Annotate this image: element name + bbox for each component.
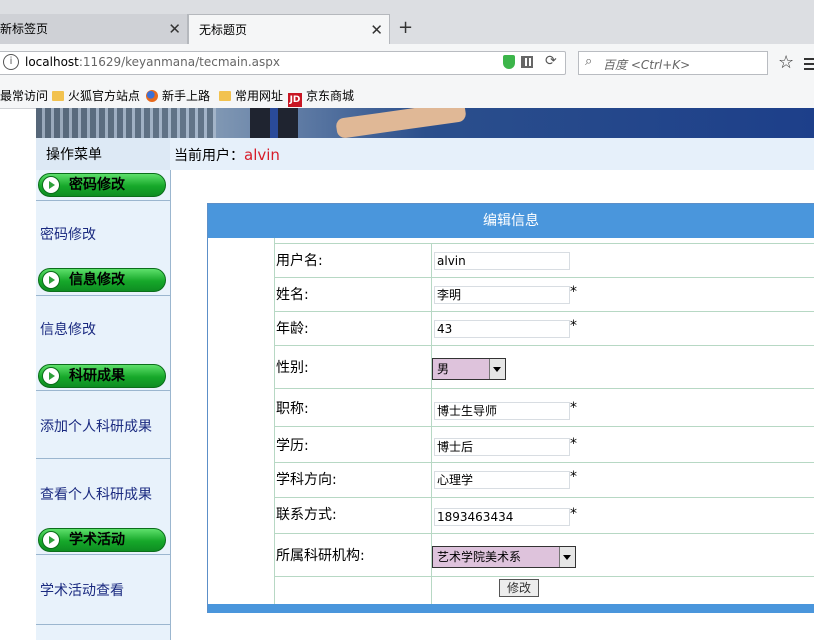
name-label: 姓名: <box>274 278 432 311</box>
row-title: 职称: 博士生导师 * <box>274 388 814 426</box>
name-field[interactable]: 李明 <box>434 286 570 304</box>
age-field[interactable]: 43 <box>434 320 570 338</box>
sidebar-item-add-research[interactable]: 添加个人科研成果 <box>36 390 170 458</box>
bookmark-most-visited[interactable]: 最常访问 <box>0 87 48 104</box>
shield-icon[interactable] <box>503 55 515 69</box>
row-discipline: 学科方向: 心理学 * <box>274 462 814 497</box>
title-label: 职称: <box>274 389 432 426</box>
browser-nav-bar: i localhost:11629/keyanmana/tecmain.aspx… <box>0 44 814 82</box>
banner-tie <box>270 108 278 138</box>
jd-icon: JD <box>288 93 302 107</box>
title-field[interactable]: 博士生导师 <box>434 402 570 420</box>
username-field[interactable]: alvin <box>434 252 570 270</box>
tab-new-tab[interactable]: 新标签页 ✕ <box>0 14 188 44</box>
bookmarks-bar: 最常访问 火狐官方站点 新手上路 常用网址 JD 京东商城 <box>0 82 814 109</box>
qr-code-icon[interactable] <box>521 56 533 68</box>
sidebar: 操作菜单 密码修改 密码修改 信息修改 信息修改 科研成果 添加个人科研成果 查… <box>36 138 171 640</box>
tab-label: 新标签页 <box>0 22 49 36</box>
current-user-bar: 当前用户：alvin <box>170 138 814 170</box>
search-box[interactable]: ⌕ 百度 <Ctrl+K> <box>578 51 768 75</box>
sidebar-item-edit-info[interactable]: 信息修改 <box>36 295 170 363</box>
new-tab-plus-icon[interactable]: + <box>398 17 413 38</box>
required-mark: * <box>570 506 577 522</box>
row-gender: 性别: 男 <box>274 345 814 388</box>
age-label: 年龄: <box>274 312 432 345</box>
row-age: 年龄: 43 * <box>274 311 814 345</box>
modify-button[interactable]: 修改 <box>499 579 539 597</box>
row-contact: 联系方式: 1893463434 * <box>274 497 814 533</box>
address-bar[interactable]: i localhost:11629/keyanmana/tecmain.aspx… <box>0 51 566 75</box>
institution-select[interactable]: 艺术学院美术系 <box>432 546 576 568</box>
institution-label: 所属科研机构: <box>274 534 432 576</box>
url-text[interactable]: localhost:11629/keyanmana/tecmain.aspx <box>25 55 280 69</box>
close-icon[interactable]: ✕ <box>168 14 181 44</box>
arrow-right-icon <box>42 271 60 289</box>
browser-tab-bar: 新标签页 ✕ 无标题页 ✕ + <box>0 0 814 44</box>
tab-untitled-page[interactable]: 无标题页 ✕ <box>188 14 390 44</box>
row-submit <box>274 576 814 604</box>
chevron-down-icon[interactable] <box>559 547 575 567</box>
current-username: alvin <box>244 146 280 164</box>
row-institution: 所属科研机构: 艺术学院美术系 <box>274 533 814 576</box>
arrow-right-icon <box>42 176 60 194</box>
required-mark: * <box>570 318 577 334</box>
group-research[interactable]: 科研成果 <box>38 364 166 388</box>
edit-info-form: 编辑信息 用户名: alvin 姓名: 李明 * 年龄: 43 * 性别: 男 职称… <box>207 203 814 613</box>
reload-icon[interactable]: ⟳ <box>545 53 557 69</box>
arrow-right-icon <box>42 367 60 385</box>
row-name: 姓名: 李明 * <box>274 277 814 311</box>
gender-select[interactable]: 男 <box>432 358 506 380</box>
group-academic[interactable]: 学术活动 <box>38 528 166 552</box>
chevron-down-icon[interactable] <box>489 359 505 379</box>
tab-label: 无标题页 <box>199 23 248 37</box>
info-icon[interactable]: i <box>3 54 19 70</box>
username-label: 用户名: <box>274 244 432 277</box>
education-field[interactable]: 博士后 <box>434 438 570 456</box>
firefox-icon <box>146 90 158 102</box>
discipline-label: 学科方向: <box>274 463 432 497</box>
folder-icon <box>52 91 64 101</box>
required-mark: * <box>570 436 577 452</box>
row-username: 用户名: alvin <box>274 243 814 277</box>
bookmark-firefox-site[interactable]: 火狐官方站点 <box>52 87 140 104</box>
menu-icon[interactable] <box>804 58 814 70</box>
banner-building <box>36 108 216 138</box>
current-user-label: 当前用户： <box>174 148 244 164</box>
required-mark: * <box>570 469 577 485</box>
group-info[interactable]: 信息修改 <box>38 268 166 292</box>
contact-label: 联系方式: <box>274 498 432 533</box>
bookmark-star-icon[interactable]: ☆ <box>778 52 794 73</box>
arrow-right-icon <box>42 531 60 549</box>
bookmark-common-sites[interactable]: 常用网址 <box>219 87 283 104</box>
discipline-field[interactable]: 心理学 <box>434 471 570 489</box>
close-icon[interactable]: ✕ <box>370 15 383 45</box>
bookmark-jd-mall[interactable]: JD 京东商城 <box>288 87 354 107</box>
form-footer-bar <box>208 604 814 613</box>
education-label: 学历: <box>274 427 432 462</box>
required-mark: * <box>570 400 577 416</box>
banner-arm <box>335 108 467 138</box>
header-banner-image <box>36 108 814 138</box>
sidebar-item-academic-activities[interactable]: 学术活动查看 <box>36 554 170 622</box>
contact-field[interactable]: 1893463434 <box>434 508 570 526</box>
sidebar-item-view-research[interactable]: 查看个人科研成果 <box>36 458 170 526</box>
gender-label: 性别: <box>274 346 432 388</box>
group-password[interactable]: 密码修改 <box>38 173 166 197</box>
submit-row-label-cell <box>274 577 432 604</box>
row-education: 学历: 博士后 * <box>274 426 814 462</box>
sidebar-title: 操作菜单 <box>36 138 170 170</box>
search-placeholder: 百度 <Ctrl+K> <box>603 58 691 72</box>
search-icon: ⌕ <box>585 54 593 69</box>
sidebar-divider <box>36 624 170 640</box>
sidebar-item-change-password[interactable]: 密码修改 <box>36 200 170 268</box>
required-mark: * <box>570 284 577 300</box>
bookmark-getting-started[interactable]: 新手上路 <box>146 87 210 104</box>
form-title: 编辑信息 <box>208 204 814 238</box>
folder-icon <box>219 91 231 101</box>
